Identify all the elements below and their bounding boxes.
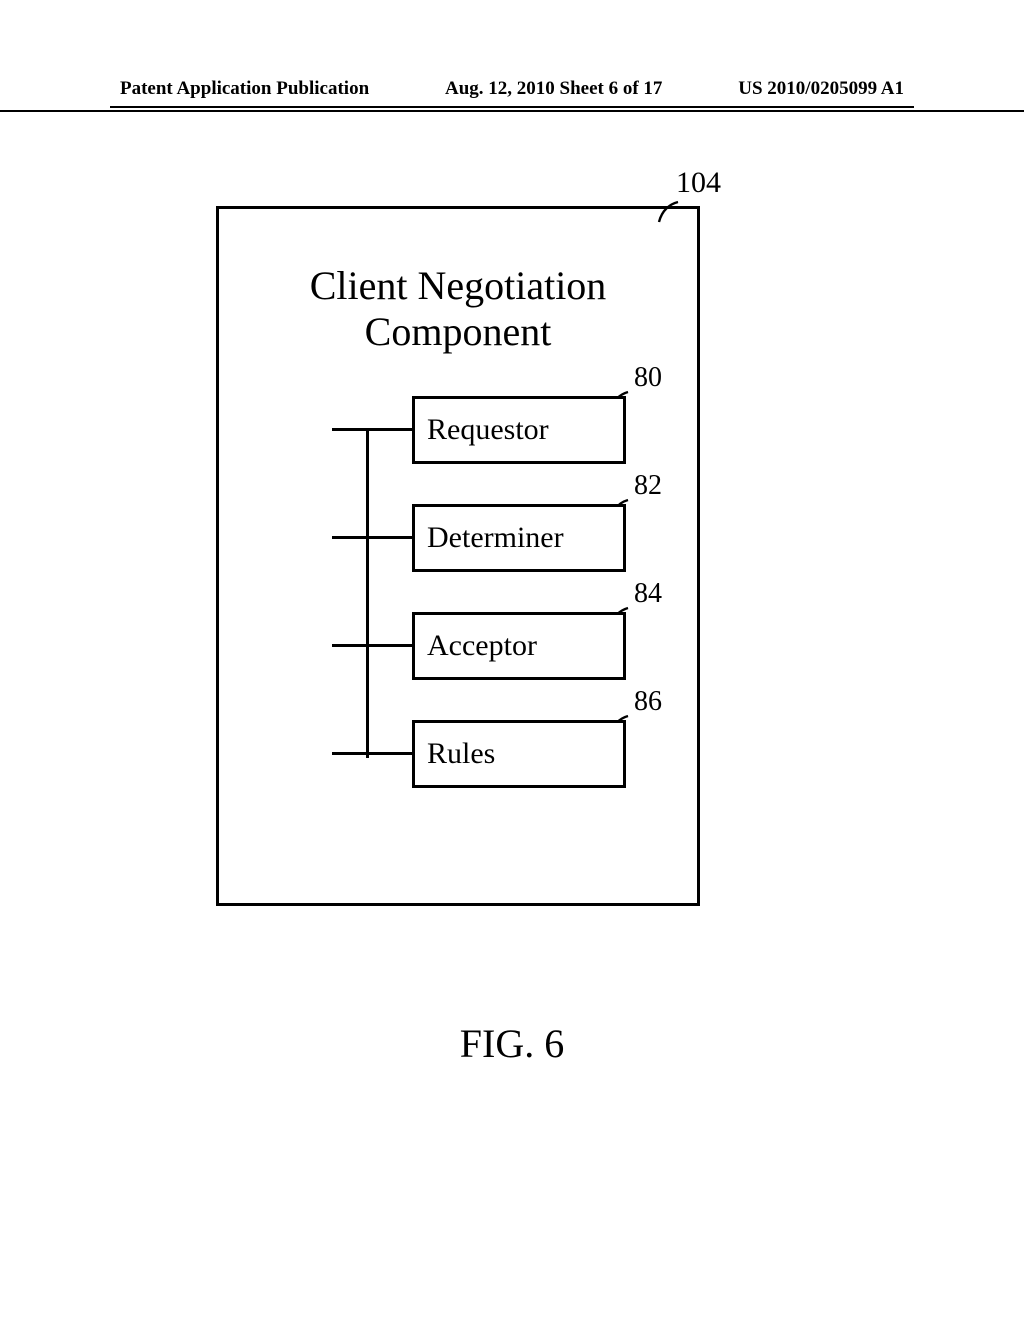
figure-caption: FIG. 6 (0, 1020, 1024, 1067)
header-left: Patent Application Publication (120, 78, 369, 100)
header-rule (110, 106, 914, 108)
sub-block-row: 84 Acceptor (332, 584, 672, 692)
title-line-2: Component (365, 309, 552, 354)
ref-number: 84 (634, 578, 662, 610)
ref-number: 82 (634, 470, 662, 502)
header-middle: Aug. 12, 2010 Sheet 6 of 17 (445, 78, 662, 100)
sub-block-label: Rules (427, 737, 495, 771)
title-line-1: Client Negotiation (310, 263, 607, 308)
sub-block-row: 80 Requestor (332, 368, 672, 476)
header-right: US 2010/0205099 A1 (738, 78, 904, 100)
outer-box-title: Client Negotiation Component (219, 263, 697, 355)
sub-block: Determiner (412, 504, 626, 572)
sub-block: Requestor (412, 396, 626, 464)
diagram: 104 Client Negotiation Component 80 Requ… (216, 170, 700, 910)
tree-branch (332, 428, 412, 431)
sub-block-row: 86 Rules (332, 692, 672, 800)
tree-branch (332, 752, 412, 755)
sub-block-label: Determiner (427, 521, 564, 555)
sub-block-list: 80 Requestor 82 Determiner 84 (332, 368, 672, 800)
ref-number: 86 (634, 686, 662, 718)
sub-block-label: Acceptor (427, 629, 537, 663)
ref-number-outer: 104 (676, 166, 721, 200)
tree-branch (332, 536, 412, 539)
ref-number: 80 (634, 362, 662, 394)
sub-block-label: Requestor (427, 413, 549, 447)
sub-block-row: 82 Determiner (332, 476, 672, 584)
sub-block: Rules (412, 720, 626, 788)
tree-branch (332, 644, 412, 647)
sub-block: Acceptor (412, 612, 626, 680)
